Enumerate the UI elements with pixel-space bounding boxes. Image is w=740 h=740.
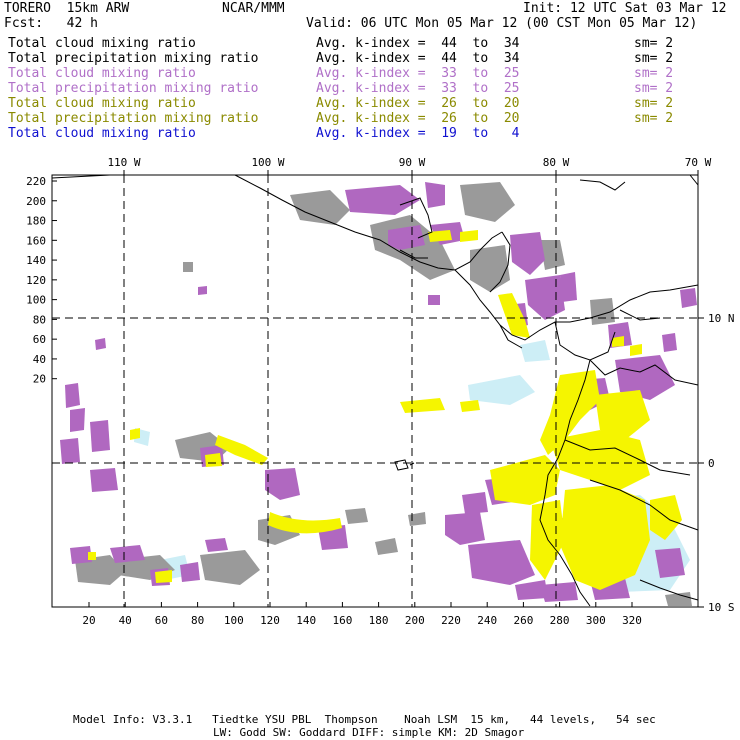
x-tick-label: 300: [586, 614, 606, 627]
x-tick-label: 80: [191, 614, 204, 627]
model-info-line1: Model Info: V3.3.1 Tiedtke YSU PBL Thomp…: [73, 713, 656, 726]
lat-label: 10 S: [708, 601, 735, 614]
lon-label: 100 W: [251, 156, 284, 169]
x-tick-label: 280: [550, 614, 570, 627]
x-tick-label: 40: [119, 614, 132, 627]
y-tick-label: 20: [33, 373, 46, 386]
y-tick-label: 220: [26, 175, 46, 188]
x-tick-label: 20: [82, 614, 95, 627]
x-tick-label: 320: [622, 614, 642, 627]
y-tick-label: 160: [26, 234, 46, 247]
map-plot: 220 200 180 160 140 120 100 80 60 40 20 20 40 60 80 100…: [26, 156, 735, 627]
x-tick-label: 60: [155, 614, 168, 627]
x-tick-label: 160: [332, 614, 352, 627]
y-tick-label: 100: [26, 294, 46, 307]
x-tick-label: 140: [296, 614, 316, 627]
x-tick-label: 180: [369, 614, 389, 627]
y-tick-label: 120: [26, 274, 46, 287]
lon-label: 110 W: [107, 156, 140, 169]
lat-label: 10 N: [708, 312, 735, 325]
y-tick-label: 60: [33, 333, 46, 346]
lon-label: 90 W: [399, 156, 426, 169]
y-tick-label: 80: [33, 313, 46, 326]
x-tick-label: 100: [224, 614, 244, 627]
x-tick-label: 220: [441, 614, 461, 627]
y-tick-label: 40: [33, 353, 46, 366]
x-tick-label: 120: [260, 614, 280, 627]
x-tick-label: 200: [405, 614, 425, 627]
y-tick-label: 200: [26, 195, 46, 208]
y-tick-label: 180: [26, 215, 46, 228]
y-tick-label: 140: [26, 254, 46, 267]
lat-label: 0: [708, 457, 715, 470]
x-tick-label: 260: [513, 614, 533, 627]
lon-label: 80 W: [543, 156, 570, 169]
x-tick-label: 240: [477, 614, 497, 627]
model-info-line2: LW: Godd SW: Goddard DIFF: simple KM: 2D…: [213, 726, 525, 739]
lon-label: 70 W: [685, 156, 712, 169]
